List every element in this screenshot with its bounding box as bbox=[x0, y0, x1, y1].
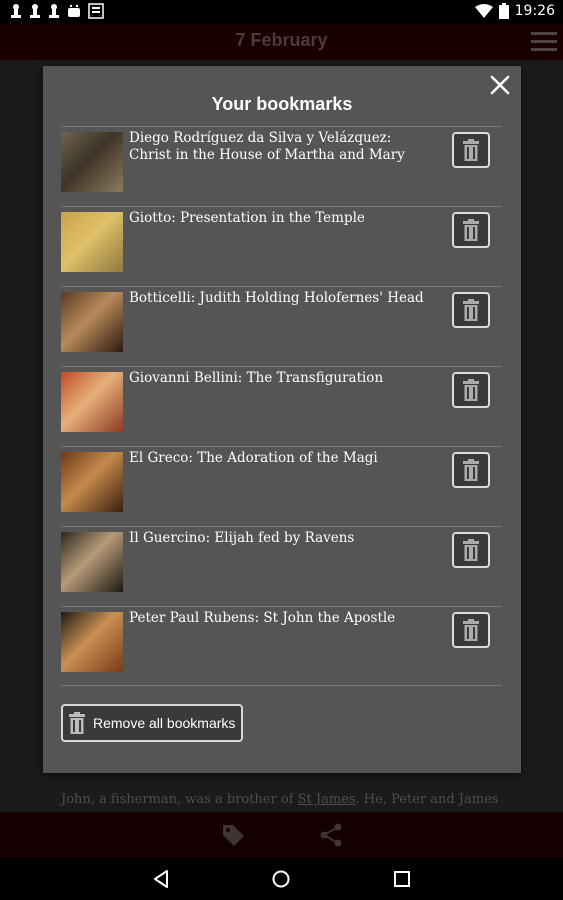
bookmark-title[interactable]: El Greco: The Adoration of the Magi bbox=[129, 450, 429, 467]
dialog-title: Your bookmarks bbox=[211, 94, 353, 114]
status-system: 19:26 bbox=[474, 3, 555, 19]
trash-icon bbox=[463, 459, 479, 481]
chess-pawn-icon bbox=[11, 4, 21, 18]
trash-icon bbox=[69, 712, 85, 734]
close-icon[interactable] bbox=[489, 74, 511, 96]
notification-icon bbox=[88, 3, 104, 19]
bookmark-thumbnail[interactable] bbox=[61, 452, 123, 512]
tag-icon[interactable] bbox=[220, 822, 246, 848]
bookmark-item[interactable]: Giotto: Presentation in the Temple bbox=[61, 206, 502, 286]
bookmark-thumbnail[interactable] bbox=[61, 372, 123, 432]
remove-all-label: Remove all bookmarks bbox=[93, 715, 236, 731]
delete-bookmark-button[interactable] bbox=[452, 612, 490, 648]
trash-icon bbox=[463, 619, 479, 641]
battery-icon bbox=[498, 3, 509, 19]
navigation-bar bbox=[0, 858, 563, 900]
wifi-icon bbox=[474, 4, 493, 18]
bookmark-thumbnail[interactable] bbox=[61, 532, 123, 592]
home-icon[interactable] bbox=[270, 868, 292, 890]
delete-bookmark-button[interactable] bbox=[452, 532, 490, 568]
st-james-link[interactable]: St James bbox=[298, 792, 356, 807]
bookmarks-dialog: Your bookmarks Diego Rodríguez da Silva … bbox=[43, 66, 521, 773]
trash-icon bbox=[463, 539, 479, 561]
bookmark-title[interactable]: Botticelli: Judith Holding Holofernes' H… bbox=[129, 290, 429, 307]
bookmark-thumbnail[interactable] bbox=[61, 212, 123, 272]
remove-all-bookmarks-button[interactable]: Remove all bookmarks bbox=[61, 704, 243, 742]
bookmark-title[interactable]: Giotto: Presentation in the Temple bbox=[129, 210, 429, 227]
bookmark-item[interactable]: Peter Paul Rubens: St John the Apostle bbox=[61, 606, 502, 686]
app-title: 7 February bbox=[235, 30, 328, 50]
share-icon[interactable] bbox=[318, 822, 344, 848]
trash-icon bbox=[463, 299, 479, 321]
app-bar: 7 February bbox=[0, 24, 563, 60]
bookmark-title[interactable]: Peter Paul Rubens: St John the Apostle bbox=[129, 610, 429, 627]
bookmark-item[interactable]: El Greco: The Adoration of the Magi bbox=[61, 446, 502, 526]
delete-bookmark-button[interactable] bbox=[452, 132, 490, 168]
bookmark-item[interactable]: Il Guercino: Elijah fed by Ravens bbox=[61, 526, 502, 606]
bookmark-title[interactable]: Diego Rodríguez da Silva y Velázquez: Ch… bbox=[129, 130, 429, 164]
bottom-toolbar bbox=[0, 812, 563, 858]
bookmark-list: Diego Rodríguez da Silva y Velázquez: Ch… bbox=[61, 126, 502, 686]
trash-icon bbox=[463, 139, 479, 161]
status-time: 19:26 bbox=[514, 3, 555, 19]
delete-bookmark-button[interactable] bbox=[452, 452, 490, 488]
bookmark-item[interactable]: Giovanni Bellini: The Transfiguration bbox=[61, 366, 502, 446]
trash-icon bbox=[463, 219, 479, 241]
delete-bookmark-button[interactable] bbox=[452, 292, 490, 328]
bookmark-item[interactable]: Diego Rodríguez da Silva y Velázquez: Ch… bbox=[61, 126, 502, 206]
android-icon bbox=[68, 4, 80, 17]
status-notifications bbox=[10, 3, 104, 19]
menu-icon[interactable] bbox=[531, 32, 557, 52]
recents-icon[interactable] bbox=[391, 868, 413, 890]
bookmark-title[interactable]: Giovanni Bellini: The Transfiguration bbox=[129, 370, 429, 387]
status-bar: 19:26 bbox=[0, 0, 563, 24]
delete-bookmark-button[interactable] bbox=[452, 372, 490, 408]
bookmark-title[interactable]: Il Guercino: Elijah fed by Ravens bbox=[129, 530, 429, 547]
bookmark-thumbnail[interactable] bbox=[61, 612, 123, 672]
bookmark-thumbnail[interactable] bbox=[61, 292, 123, 352]
bookmark-item[interactable]: Botticelli: Judith Holding Holofernes' H… bbox=[61, 286, 502, 366]
page-body-text: John, a fisherman, was a brother of St J… bbox=[61, 792, 499, 807]
delete-bookmark-button[interactable] bbox=[452, 212, 490, 248]
chess-pawn-icon bbox=[30, 4, 40, 18]
bookmark-thumbnail[interactable] bbox=[61, 132, 123, 192]
chess-pawn-icon bbox=[49, 4, 59, 18]
back-icon[interactable] bbox=[150, 868, 172, 890]
trash-icon bbox=[463, 379, 479, 401]
